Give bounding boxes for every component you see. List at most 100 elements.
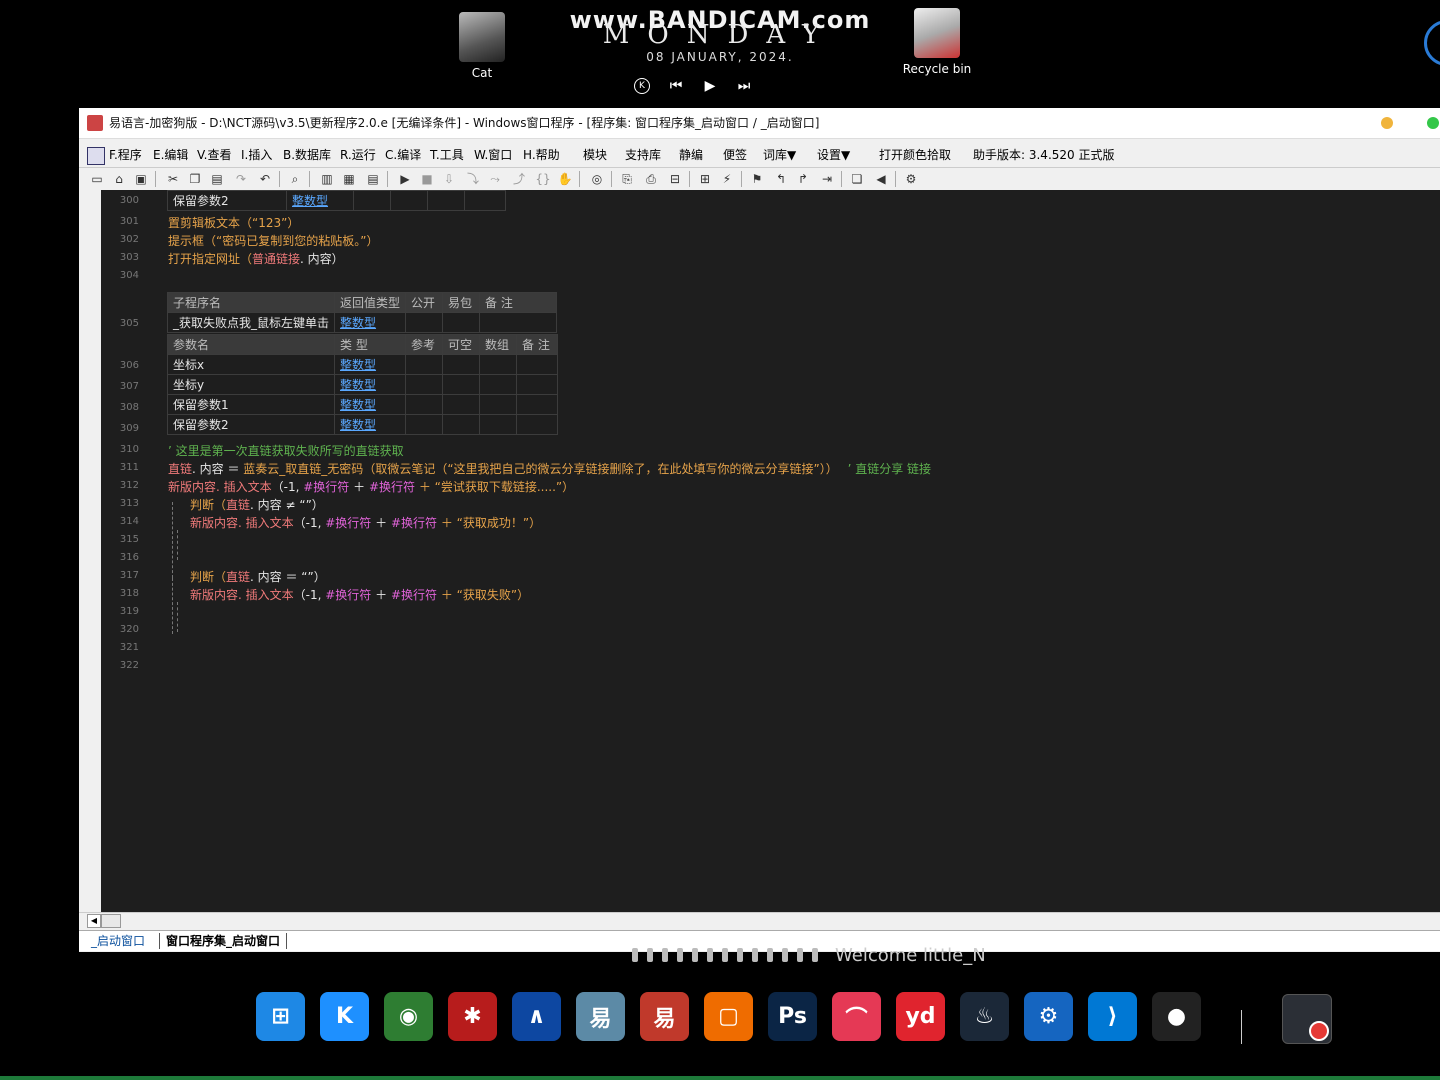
menu-item-view[interactable]: V.查看 bbox=[197, 144, 231, 166]
step-into-icon[interactable]: ⤵ bbox=[465, 171, 481, 187]
param-type-cell[interactable]: 整数型 bbox=[334, 354, 406, 375]
empty-cell[interactable] bbox=[427, 190, 465, 211]
tool-b-icon[interactable]: ⎙ bbox=[643, 171, 659, 187]
empty-cell[interactable] bbox=[442, 374, 480, 395]
type-link[interactable]: 整数型 bbox=[340, 316, 376, 330]
tool-d-icon[interactable]: ⊞ bbox=[697, 171, 713, 187]
menu-item-run[interactable]: R.运行 bbox=[340, 144, 376, 166]
next-icon[interactable]: ⏭ bbox=[736, 78, 752, 94]
title-bar[interactable]: 易语言-加密狗版 - D:\NCT源码\v3.5\更新程序2.0.e [无编译条… bbox=[79, 108, 1440, 139]
recorder-icon[interactable] bbox=[1282, 994, 1332, 1044]
empty-cell[interactable] bbox=[442, 312, 481, 333]
type-link[interactable]: 整数型 bbox=[340, 378, 376, 392]
param-name-cell[interactable]: 坐标y bbox=[167, 374, 335, 395]
open-folder-icon[interactable]: ⌂ bbox=[111, 171, 127, 187]
code-line-318[interactable]: 新版内容. 插入文本（-1, #换行符 ＋ #换行符 ＋ “获取失败”） bbox=[190, 586, 529, 603]
hand-icon[interactable]: ✋ bbox=[557, 171, 573, 187]
code-line-317[interactable]: 判断（直链. 内容 ＝ “”） bbox=[190, 568, 326, 585]
menu-item-database[interactable]: B.数据库 bbox=[283, 144, 331, 166]
empty-cell[interactable] bbox=[442, 414, 480, 435]
code-line-312[interactable]: 新版内容. 插入文本（-1, #换行符 ＋ #换行符 ＋ “尝试获取下载链接..… bbox=[168, 478, 574, 495]
minimize-button[interactable] bbox=[1381, 117, 1393, 129]
undo-icon[interactable]: ↶ bbox=[257, 171, 273, 187]
clear-bookmark-icon[interactable]: ⇥ bbox=[819, 171, 835, 187]
param-type-cell[interactable]: 整数型 bbox=[286, 190, 354, 211]
param-name-cell[interactable]: 保留参数1 bbox=[167, 394, 335, 415]
param-type-cell[interactable]: 整数型 bbox=[334, 414, 406, 435]
qq-icon[interactable]: ● bbox=[1152, 992, 1201, 1041]
param-name-cell[interactable]: 保留参数2 bbox=[167, 414, 335, 435]
desktop-icon-recycle-bin[interactable]: Recycle bin bbox=[892, 8, 982, 76]
run-icon[interactable]: ▶ bbox=[397, 171, 413, 187]
stop-icon[interactable]: ■ bbox=[419, 171, 435, 187]
find-icon[interactable]: ⌕ bbox=[287, 171, 303, 187]
gear-tool-icon[interactable]: ⚙ bbox=[1024, 992, 1073, 1041]
empty-cell[interactable] bbox=[516, 354, 558, 375]
copy-icon[interactable]: ❐ bbox=[187, 171, 203, 187]
horizontal-scrollbar[interactable]: ◀ bbox=[79, 912, 1440, 929]
empty-cell[interactable] bbox=[353, 190, 391, 211]
empty-cell[interactable] bbox=[405, 312, 444, 333]
vscode-icon[interactable]: ⟩ bbox=[1088, 992, 1137, 1041]
windows-icon[interactable]: ⊞ bbox=[256, 992, 305, 1041]
menu-item-compile[interactable]: C.编译 bbox=[385, 144, 421, 166]
menu-item-notes[interactable]: 便签 bbox=[723, 144, 747, 166]
tab-startup-window[interactable]: _启动窗口 bbox=[85, 933, 151, 949]
empty-cell[interactable] bbox=[479, 374, 517, 395]
layout-3-icon[interactable]: ▤ bbox=[365, 171, 381, 187]
tool-a-icon[interactable]: ⎘ bbox=[619, 171, 635, 187]
cut-icon[interactable]: ✂ bbox=[165, 171, 181, 187]
maximize-button[interactable] bbox=[1427, 117, 1439, 129]
type-link[interactable]: 整数型 bbox=[340, 358, 376, 372]
layout-1-icon[interactable]: ▥ bbox=[319, 171, 335, 187]
empty-cell[interactable] bbox=[442, 394, 480, 415]
gear-icon[interactable]: ⚙ bbox=[903, 171, 919, 187]
youdao-icon[interactable]: yd bbox=[896, 992, 945, 1041]
k-logo-icon[interactable]: K bbox=[634, 78, 650, 94]
menu-item-color-picker[interactable]: 打开颜色拾取 bbox=[879, 144, 951, 166]
menu-item-support-lib[interactable]: 支持库 bbox=[625, 144, 661, 166]
empty-cell[interactable] bbox=[479, 312, 558, 333]
empty-cell[interactable] bbox=[405, 394, 443, 415]
bookmark-icon[interactable]: ⚑ bbox=[749, 171, 765, 187]
menu-item-tools[interactable]: T.工具 bbox=[430, 144, 464, 166]
menu-item-window[interactable]: W.窗口 bbox=[474, 144, 512, 166]
type-link[interactable]: 整数型 bbox=[340, 418, 376, 432]
param-name-cell[interactable]: 保留参数2 bbox=[167, 190, 287, 211]
elang-blue-icon[interactable]: 易 bbox=[576, 992, 625, 1041]
download-manager-icon[interactable]: ◉ bbox=[384, 992, 433, 1041]
menu-item-edit[interactable]: E.编辑 bbox=[153, 144, 188, 166]
new-file-icon[interactable]: ▭ bbox=[89, 171, 105, 187]
speaker-icon[interactable]: ◀ bbox=[873, 171, 889, 187]
empty-cell[interactable] bbox=[442, 354, 480, 375]
code-line-313[interactable]: 判断（直链. 内容 ≠ “”） bbox=[190, 496, 324, 513]
empty-cell[interactable] bbox=[405, 354, 443, 375]
layout-2-icon[interactable]: ▦ bbox=[341, 171, 357, 187]
elang-red-icon[interactable]: 易 bbox=[640, 992, 689, 1041]
wave-app-icon[interactable]: ∧ bbox=[512, 992, 561, 1041]
asterisk-app-icon[interactable]: ✱ bbox=[448, 992, 497, 1041]
step-icon[interactable]: ⇩ bbox=[441, 171, 457, 187]
subroutine-name-cell[interactable]: _获取失败点我_鼠标左键单击 bbox=[166, 312, 336, 333]
steam-icon[interactable]: ♨ bbox=[960, 992, 1009, 1041]
tab-window-assembly[interactable]: 窗口程序集_启动窗口 bbox=[159, 933, 288, 949]
code-editor[interactable]: 300 301 302 303 304 305 306 307 308 309 … bbox=[101, 190, 1440, 912]
code-line-301[interactable]: 置剪辑板文本（“123”） bbox=[168, 214, 299, 231]
code-line-302[interactable]: 提示框（“密码已复制到您的粘贴板。”） bbox=[168, 232, 378, 249]
code-line-314[interactable]: 新版内容. 插入文本（-1, #换行符 ＋ #换行符 ＋ “获取成功！”） bbox=[190, 514, 541, 531]
menu-item-wordlib[interactable]: 词库▼ bbox=[763, 144, 796, 166]
empty-cell[interactable] bbox=[464, 190, 506, 211]
save-icon[interactable]: ▣ bbox=[133, 171, 149, 187]
code-comment-310[interactable]: ’ 这里是第一次直链获取失败所写的直链获取 bbox=[168, 442, 404, 459]
empty-cell[interactable] bbox=[405, 374, 443, 395]
paste-icon[interactable]: ▤ bbox=[209, 171, 225, 187]
menu-item-module[interactable]: 模块 bbox=[583, 144, 607, 166]
empty-cell[interactable] bbox=[516, 414, 558, 435]
desktop-icon-cat[interactable]: Cat bbox=[437, 12, 527, 80]
code-line-311[interactable]: 直链. 内容 ＝ 蓝奏云_取直链_无密码（取微云笔记（“这里我把自己的微云分享链… bbox=[168, 460, 931, 477]
scroll-thumb[interactable] bbox=[101, 914, 121, 928]
empty-cell[interactable] bbox=[390, 190, 428, 211]
next-bookmark-icon[interactable]: ↱ bbox=[795, 171, 811, 187]
empty-cell[interactable] bbox=[479, 394, 517, 415]
empty-cell[interactable] bbox=[516, 394, 558, 415]
